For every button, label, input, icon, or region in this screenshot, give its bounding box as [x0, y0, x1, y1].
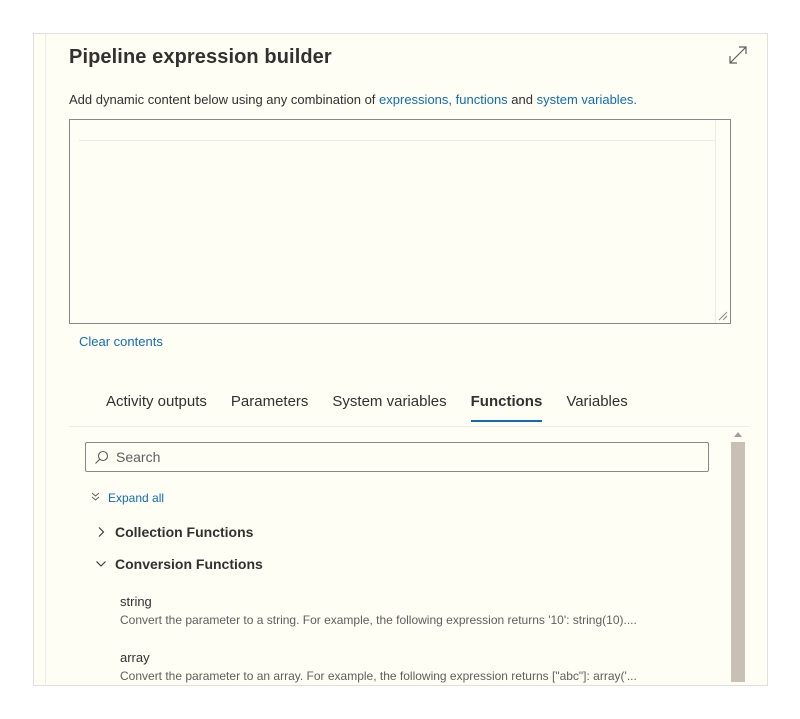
group-label: Collection Functions [115, 524, 254, 540]
editor-scroll-gutter [715, 120, 716, 323]
tab-bar: Activity outputs Parameters System varia… [94, 390, 640, 422]
function-item-array[interactable]: array Convert the parameter to an array.… [120, 650, 729, 683]
editor-current-line [79, 140, 716, 141]
expression-builder-dialog: Pipeline expression builder Add dynamic … [33, 33, 768, 686]
group-conversion-functions[interactable]: Conversion Functions [95, 556, 263, 572]
scroll-up-arrow-icon[interactable] [734, 432, 742, 437]
function-description: Convert the parameter to a string. For e… [120, 613, 637, 627]
tab-activity-outputs[interactable]: Activity outputs [94, 390, 219, 422]
expand-diagonal-icon[interactable] [727, 44, 749, 66]
tab-variables[interactable]: Variables [554, 390, 639, 422]
function-name: string [120, 594, 152, 609]
dialog-subtitle: Add dynamic content below using any comb… [69, 92, 637, 107]
double-chevron-down-icon [91, 491, 100, 505]
tab-functions[interactable]: Functions [459, 390, 555, 422]
functions-link[interactable]: functions [456, 92, 508, 107]
group-collection-functions[interactable]: Collection Functions [95, 524, 253, 540]
function-item-string[interactable]: string Convert the parameter to a string… [120, 594, 729, 627]
functions-panel: Expand all Collection Functions Conversi… [69, 426, 749, 685]
clear-contents-link[interactable]: Clear contents [79, 334, 163, 349]
function-name: array [120, 650, 150, 665]
expand-all-button[interactable]: Expand all [91, 491, 164, 505]
chevron-right-icon [98, 527, 105, 537]
expression-editor[interactable] [69, 119, 731, 324]
group-label: Conversion Functions [115, 556, 263, 572]
chevron-down-icon [96, 561, 106, 567]
panel-divider [69, 426, 749, 427]
system-variables-link[interactable]: system variables. [537, 92, 637, 107]
left-edge-strip [34, 34, 46, 685]
function-description: Convert the parameter to an array. For e… [120, 669, 637, 683]
resize-grip-icon[interactable] [718, 311, 728, 321]
panel-scrollbar[interactable] [730, 426, 746, 685]
subtitle-and: and [507, 92, 537, 107]
expressions-link[interactable]: expressions, [379, 92, 452, 107]
search-icon [95, 450, 109, 464]
tab-system-variables[interactable]: System variables [320, 390, 458, 422]
scroll-thumb[interactable] [731, 442, 745, 682]
tab-parameters[interactable]: Parameters [219, 390, 321, 422]
search-input[interactable] [116, 447, 696, 467]
subtitle-prefix: Add dynamic content below using any comb… [69, 92, 380, 107]
search-box[interactable] [85, 442, 709, 472]
dialog-title: Pipeline expression builder [69, 46, 332, 68]
expand-all-label: Expand all [108, 491, 165, 505]
